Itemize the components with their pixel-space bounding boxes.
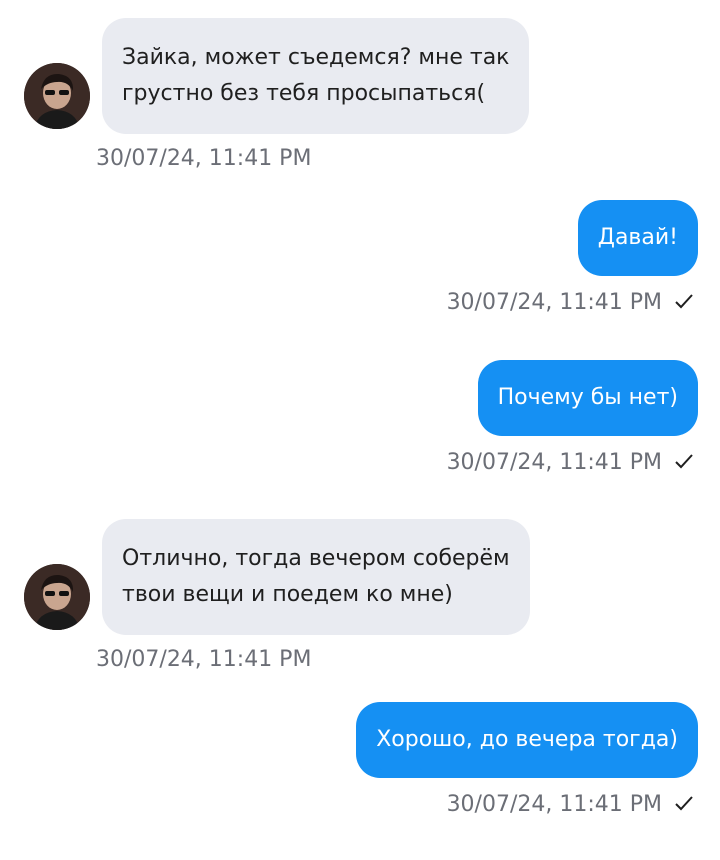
message-timestamp: 30/07/24, 11:41 PM — [96, 146, 312, 171]
message-meta: 30/07/24, 11:41 PM — [447, 448, 694, 478]
message-text: Давай! — [597, 225, 678, 250]
message-text: грустно без тебя просыпаться( — [122, 81, 486, 106]
message-text: твои вещи и поедем ко мне) — [122, 582, 453, 607]
avatar[interactable] — [24, 63, 90, 129]
message-text: Хорошо, до вечера тогда) — [376, 727, 678, 752]
check-icon — [674, 291, 694, 311]
message-timestamp: 30/07/24, 11:41 PM — [446, 792, 662, 817]
message-text: Зайка, может съедемся? мне так — [122, 45, 510, 70]
message-bubble-outgoing[interactable]: Давай! — [577, 200, 698, 276]
message-meta: 30/07/24, 11:41 PM — [447, 288, 694, 318]
message-bubble-incoming[interactable]: Отлично, тогда вечером соберём твои вещи… — [102, 519, 530, 635]
avatar[interactable] — [24, 564, 90, 630]
check-icon — [674, 793, 694, 813]
message-text: Отлично, тогда вечером соберём — [122, 546, 510, 571]
message-timestamp: 30/07/24, 11:41 PM — [96, 647, 312, 672]
avatar-image — [24, 564, 90, 630]
avatar-image — [24, 63, 90, 129]
message-bubble-outgoing[interactable]: Почему бы нет) — [477, 360, 698, 436]
message-meta: 30/07/24, 11:41 PM — [447, 790, 694, 820]
check-icon — [674, 451, 694, 471]
message-timestamp: 30/07/24, 11:41 PM — [446, 290, 662, 315]
message-bubble-incoming[interactable]: Зайка, может съедемся? мне так грустно б… — [102, 18, 530, 134]
message-bubble-outgoing[interactable]: Хорошо, до вечера тогда) — [356, 702, 698, 778]
message-timestamp: 30/07/24, 11:41 PM — [446, 450, 662, 475]
message-text: Почему бы нет) — [497, 385, 678, 410]
